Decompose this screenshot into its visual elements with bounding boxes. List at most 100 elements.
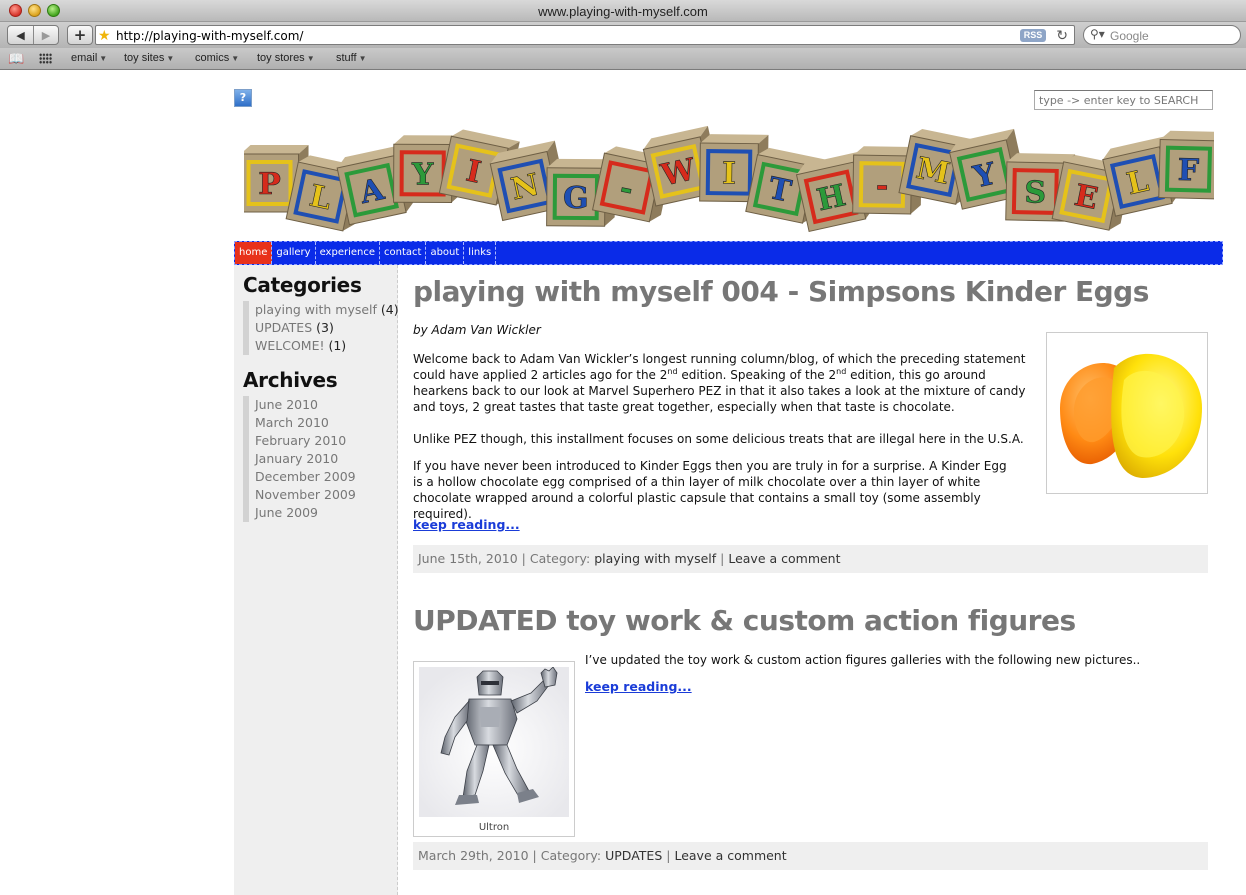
archive-item[interactable]: June 2010 — [243, 396, 356, 414]
categories-list: playing with myself (4) UPDATES (3) WELC… — [243, 301, 399, 355]
archives-list: June 2010 March 2010 February 2010 Janua… — [243, 396, 356, 522]
category-count: (1) — [328, 338, 347, 353]
star-icon[interactable]: ★ — [98, 27, 111, 44]
top-sites-grid-icon[interactable] — [39, 53, 52, 64]
block-letter: S — [1024, 175, 1046, 210]
archive-item[interactable]: February 2010 — [243, 432, 356, 450]
post-paragraph: If you have never been introduced to Kin… — [413, 459, 1007, 521]
post-date: June 15th, 2010 — [418, 551, 518, 566]
chevron-down-icon: ▼ — [99, 54, 108, 63]
block-letter: Y — [411, 157, 434, 192]
chevron-down-icon: ▼ — [306, 54, 315, 63]
categories-heading: Categories — [243, 273, 362, 297]
block-letter: - — [876, 168, 889, 203]
main-nav: home gallery experience contact about li… — [234, 241, 1223, 265]
category-label[interactable]: WELCOME! — [255, 338, 324, 353]
archive-item[interactable]: January 2010 — [243, 450, 356, 468]
block-letter: M — [913, 151, 953, 192]
bookmark-stuff[interactable]: stuff ▼ — [336, 52, 367, 64]
nav-home[interactable]: home — [235, 242, 273, 264]
block-letter: G — [563, 181, 589, 216]
leave-comment-link[interactable]: Leave a comment — [674, 848, 786, 863]
superscript: nd — [667, 367, 678, 376]
archive-item[interactable]: March 2010 — [243, 414, 356, 432]
browser-search-field[interactable]: ⚲▾ Google — [1083, 25, 1241, 45]
window-titlebar: www.playing-with-myself.com — [0, 0, 1246, 22]
chevron-down-icon: ▼ — [166, 54, 175, 63]
bookmark-label: email — [71, 52, 98, 64]
block-letter: I — [722, 156, 736, 191]
chevron-down-icon: ▼ — [231, 54, 240, 63]
site-search-input[interactable]: type -> enter key to SEARCH — [1034, 90, 1213, 110]
search-icon[interactable]: ⚲▾ — [1090, 27, 1105, 41]
post-byline: by Adam Van Wickler — [413, 323, 541, 337]
web-page: ? type -> enter key to SEARCH PLAYING-WI… — [0, 71, 1246, 895]
archives-heading: Archives — [243, 368, 338, 392]
post-category-link[interactable]: playing with myself — [594, 551, 716, 566]
meta-separator: | — [716, 551, 729, 566]
address-bar[interactable]: ★ http://playing-with-myself.com/ RSS ↻ — [95, 25, 1075, 45]
bookmark-label: toy sites — [124, 52, 165, 64]
post-thumbnail[interactable] — [1046, 332, 1208, 494]
category-label[interactable]: playing with myself — [255, 302, 377, 317]
ultron-figure-image — [419, 666, 569, 817]
back-button[interactable]: ◀ — [8, 26, 33, 44]
block-letter: P — [258, 167, 281, 202]
site-logo-banner[interactable]: PLAYING-WITH-MYSELF — [244, 121, 1214, 241]
category-label[interactable]: UPDATES — [255, 320, 312, 335]
sidebar: Categories playing with myself (4) UPDAT… — [234, 265, 399, 895]
block-letter: F — [1177, 153, 1199, 189]
bookmarks-bar: 📖 email ▼ toy sites ▼ comics ▼ toy stores ▼ … — [0, 48, 1246, 70]
nav-contact[interactable]: contact — [380, 242, 427, 264]
url-text[interactable]: http://playing-with-myself.com/ — [116, 29, 303, 43]
superscript: nd — [836, 367, 847, 376]
post-paragraph: I’ve updated the toy work & custom actio… — [585, 653, 1141, 667]
rss-badge[interactable]: RSS — [1020, 29, 1046, 42]
post-date: March 29th, 2010 — [418, 848, 529, 863]
kinder-egg-capsule-image — [1052, 338, 1202, 488]
category-count: (3) — [316, 320, 334, 335]
post-title[interactable]: playing with myself 004 - Simpsons Kinde… — [413, 275, 1149, 308]
chevron-down-icon: ▼ — [358, 54, 367, 63]
open-book-icon[interactable]: 📖 — [8, 51, 24, 67]
browser-search-placeholder: Google — [1110, 29, 1149, 43]
reload-icon[interactable]: ↻ — [1056, 27, 1068, 44]
nav-links[interactable]: links — [464, 242, 497, 264]
window-title: www.playing-with-myself.com — [538, 4, 708, 19]
image-caption: Ultron — [478, 822, 510, 833]
post-meta: June 15th, 2010 | Category: playing with… — [413, 545, 1208, 573]
bookmark-toy-stores[interactable]: toy stores ▼ — [257, 52, 315, 64]
nav-gallery[interactable]: gallery — [272, 242, 316, 264]
bookmark-toy-sites[interactable]: toy sites ▼ — [124, 52, 174, 64]
help-icon[interactable]: ? — [234, 89, 252, 107]
keep-reading-link[interactable]: keep reading... — [585, 679, 692, 694]
add-bookmark-button[interactable]: + — [67, 25, 93, 45]
archive-item[interactable]: June 2009 — [243, 504, 356, 522]
nav-about[interactable]: about — [426, 242, 465, 264]
post-thumbnail[interactable]: Ultron — [413, 661, 575, 837]
category-prefix: | Category: — [517, 551, 595, 566]
bookmark-comics[interactable]: comics ▼ — [195, 52, 239, 64]
bookmark-label: toy stores — [257, 52, 305, 64]
bookmark-email[interactable]: email ▼ — [71, 52, 107, 64]
keep-reading-link[interactable]: keep reading... — [413, 517, 520, 532]
bookmark-label: stuff — [336, 52, 357, 64]
archive-item[interactable]: November 2009 — [243, 486, 356, 504]
category-item[interactable]: playing with myself (4) — [243, 301, 399, 319]
category-item[interactable]: WELCOME! (1) — [243, 337, 399, 355]
meta-separator: | — [662, 848, 675, 863]
category-count: (4) — [380, 302, 399, 317]
post-paragraph: Welcome back to Adam Van Wickler’s longe… — [413, 351, 1033, 415]
forward-button[interactable]: ▶ — [32, 26, 58, 44]
history-buttons: ◀ ▶ — [7, 25, 59, 45]
archive-item[interactable]: December 2009 — [243, 468, 356, 486]
category-item[interactable]: UPDATES (3) — [243, 319, 399, 337]
post-title[interactable]: UPDATED toy work & custom action figures — [413, 604, 1076, 637]
paragraph-text: edition. Speaking of the 2 — [677, 368, 837, 382]
nav-experience[interactable]: experience — [316, 242, 381, 264]
browser-toolbar: ◀ ▶ + ★ http://playing-with-myself.com/ … — [0, 22, 1246, 48]
post-meta: March 29th, 2010 | Category: UPDATES | L… — [413, 842, 1208, 870]
leave-comment-link[interactable]: Leave a comment — [728, 551, 840, 566]
post-category-link[interactable]: UPDATES — [605, 848, 662, 863]
bookmark-label: comics — [195, 52, 230, 64]
